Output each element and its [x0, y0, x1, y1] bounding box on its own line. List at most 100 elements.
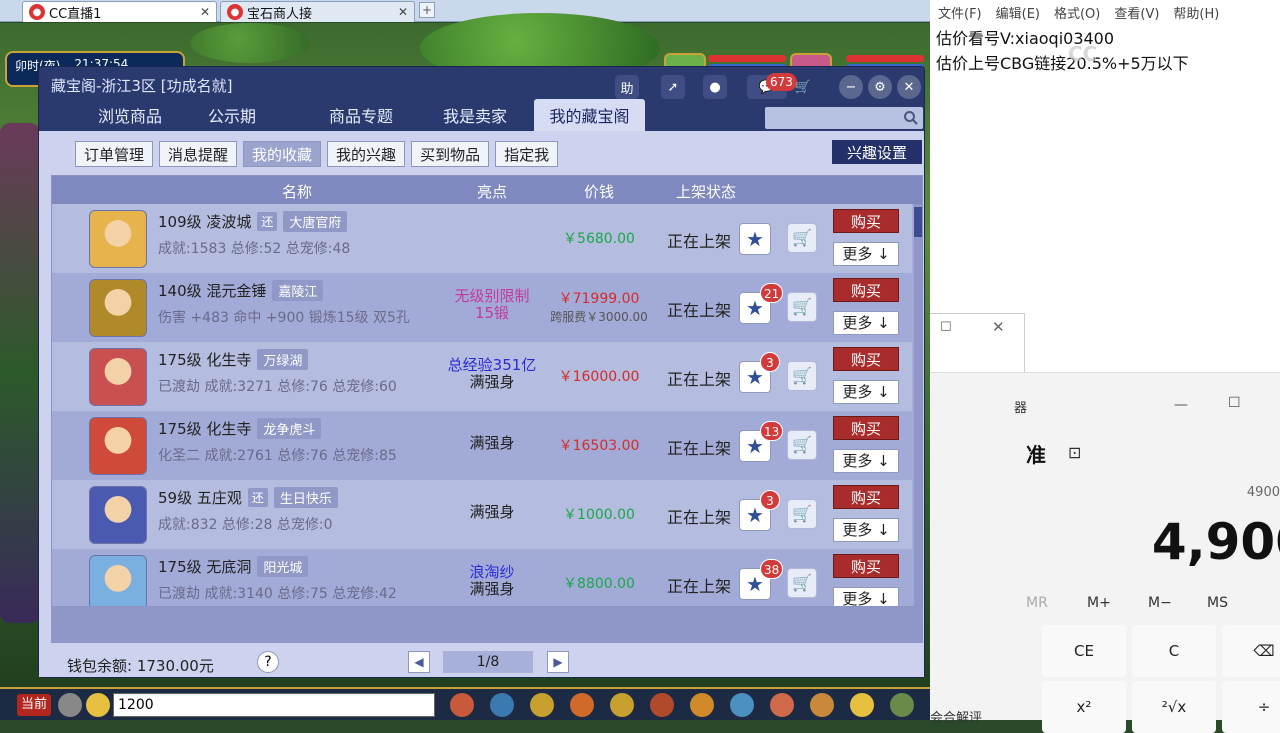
game-menu-icon[interactable] — [530, 693, 554, 717]
table-row[interactable]: 109级 凌波城 还 大唐官府 成就:1583 总修:52 总宠修:48 ￥56… — [52, 204, 912, 273]
interest-settings-button[interactable]: 兴趣设置 — [832, 140, 922, 164]
item-avatar[interactable] — [89, 210, 147, 268]
subtab-purchased[interactable]: 买到物品 — [411, 141, 490, 167]
menu-edit[interactable]: 编辑(E) — [996, 3, 1040, 22]
cart-icon[interactable]: 🛒 — [787, 499, 817, 529]
search-input[interactable] — [765, 107, 923, 129]
close-icon[interactable]: ✕ — [897, 75, 921, 99]
chat-channel-button[interactable]: 当前 — [17, 694, 51, 716]
memory-add-key[interactable]: M+ — [1087, 595, 1111, 611]
cart-icon[interactable]: 🛒 — [787, 223, 817, 253]
clear-key[interactable]: C — [1132, 625, 1216, 677]
buy-button[interactable]: 购买 — [833, 554, 899, 578]
divide-key[interactable]: ÷ — [1222, 681, 1280, 733]
help-button[interactable]: ? — [257, 651, 279, 673]
share-icon[interactable]: ➚ — [661, 75, 685, 99]
game-menu-icon[interactable] — [690, 693, 714, 717]
prev-page-button[interactable]: ◀ — [408, 651, 430, 673]
item-title[interactable]: 175级 无底洞 — [158, 556, 251, 577]
clear-entry-key[interactable]: CE — [1042, 625, 1126, 677]
cart-icon[interactable]: 🛒 — [787, 430, 817, 460]
close-icon[interactable]: ✕ — [398, 5, 408, 19]
buy-button[interactable]: 购买 — [833, 485, 899, 509]
item-title[interactable]: 175级 化生寺 — [158, 418, 251, 439]
minimize-icon[interactable]: − — [839, 75, 863, 99]
cart-icon[interactable]: 🛒 — [791, 75, 815, 99]
square-root-key[interactable]: ²√x — [1132, 681, 1216, 733]
gear-icon[interactable]: ⚙ — [868, 75, 892, 99]
search-icon[interactable] — [903, 110, 919, 126]
table-row[interactable]: 175级 无底洞 阳光城 已渡劫 成就:3140 总修:75 总宠修:42 浪淘… — [52, 549, 912, 606]
game-menu-icon[interactable] — [730, 693, 754, 717]
square-key[interactable]: x² — [1042, 681, 1126, 733]
tab-browse[interactable]: 浏览商品 — [77, 99, 183, 131]
keep-on-top-icon[interactable]: ⊡ — [1068, 443, 1081, 462]
new-tab-button[interactable]: + — [419, 2, 435, 18]
cart-icon[interactable]: 🛒 — [787, 361, 817, 391]
emoji-icon[interactable] — [86, 693, 110, 717]
game-menu-icon[interactable] — [490, 693, 514, 717]
browser-tab-cc-live[interactable]: ● CC直播1 ✕ — [22, 1, 217, 22]
menu-format[interactable]: 格式(O) — [1054, 3, 1100, 22]
item-title-line[interactable]: 109级 凌波城 还 大唐官府 — [158, 211, 348, 232]
item-avatar[interactable] — [89, 417, 147, 475]
item-avatar[interactable] — [89, 486, 147, 544]
item-title[interactable]: 59级 五庄观 — [158, 487, 242, 508]
backspace-key[interactable]: ⌫ — [1222, 625, 1280, 677]
close-icon[interactable]: ✕ — [200, 5, 210, 19]
more-button[interactable]: 更多 ↓ — [833, 518, 899, 542]
tab-publicity[interactable]: 公示期 — [189, 99, 275, 131]
star-icon[interactable]: ★ — [739, 223, 771, 255]
browser-tab-gem-merchant[interactable]: ● 宝石商人接 ✕ — [220, 1, 415, 22]
game-menu-icon[interactable] — [770, 693, 794, 717]
buy-button[interactable]: 购买 — [833, 209, 899, 233]
item-title[interactable]: 175级 化生寺 — [158, 349, 251, 370]
game-menu-icon[interactable] — [810, 693, 834, 717]
tab-seller[interactable]: 我是卖家 — [423, 99, 527, 131]
game-menu-icon[interactable] — [450, 693, 474, 717]
more-button[interactable]: 更多 ↓ — [833, 449, 899, 473]
game-menu-icon[interactable] — [610, 693, 634, 717]
item-avatar[interactable] — [89, 555, 147, 606]
help-assistant-button[interactable]: 助 — [615, 75, 639, 99]
more-button[interactable]: 更多 ↓ — [833, 242, 899, 266]
more-button[interactable]: 更多 ↓ — [833, 311, 899, 335]
more-button[interactable]: 更多 ↓ — [833, 587, 899, 606]
item-avatar[interactable] — [89, 348, 147, 406]
buy-button[interactable]: 购买 — [833, 347, 899, 371]
item-title-line[interactable]: 175级 化生寺 龙争虎斗 — [158, 418, 322, 439]
item-title-line[interactable]: 175级 无底洞 阳光城 — [158, 556, 309, 577]
table-row[interactable]: 140级 混元金锤 嘉陵江 伤害 +483 命中 +900 锻炼15级 双5孔 … — [52, 273, 912, 342]
close-icon[interactable]: ✕ — [992, 318, 1005, 336]
item-title[interactable]: 109级 凌波城 — [158, 211, 251, 232]
table-row[interactable]: 175级 化生寺 龙争虎斗 化圣二 成就:2761 总修:76 总宠修:85 满… — [52, 411, 912, 480]
memory-subtract-key[interactable]: M− — [1148, 595, 1172, 611]
more-button[interactable]: 更多 ↓ — [833, 380, 899, 404]
item-title-line[interactable]: 140级 混元金锤 嘉陵江 — [158, 280, 324, 301]
cart-icon[interactable]: 🛒 — [787, 568, 817, 598]
scrollbar-thumb[interactable] — [914, 207, 922, 237]
game-menu-icon[interactable] — [650, 693, 674, 717]
game-menu-icon[interactable] — [890, 693, 914, 717]
tab-my-cbg[interactable]: 我的藏宝阁 — [534, 99, 645, 131]
item-title-line[interactable]: 59级 五庄观 还 生日快乐 — [158, 487, 338, 508]
subtab-orders[interactable]: 订单管理 — [75, 141, 154, 167]
notepad-line-2[interactable]: 估价上号CBG链接20.5%+5万以下 — [936, 50, 1189, 74]
game-menu-icon[interactable] — [850, 693, 874, 717]
list-scrollbar[interactable] — [914, 204, 922, 606]
cart-icon[interactable]: 🛒 — [787, 292, 817, 322]
menu-view[interactable]: 查看(V) — [1114, 3, 1159, 22]
memory-store-key[interactable]: MS — [1207, 595, 1228, 611]
record-icon[interactable]: ● — [703, 75, 727, 99]
item-title-line[interactable]: 175级 化生寺 万绿湖 — [158, 349, 309, 370]
subtab-messages[interactable]: 消息提醒 — [159, 141, 238, 167]
minimize-icon[interactable]: — — [1174, 397, 1188, 413]
subtab-designated[interactable]: 指定我 — [495, 141, 559, 167]
next-page-button[interactable]: ▶ — [547, 651, 569, 673]
calculator-mode[interactable]: 准 — [1026, 439, 1046, 468]
buy-button[interactable]: 购买 — [833, 416, 899, 440]
microphone-icon[interactable] — [58, 693, 82, 717]
subtab-interests[interactable]: 我的兴趣 — [327, 141, 406, 167]
table-row[interactable]: 175级 化生寺 万绿湖 已渡劫 成就:3271 总修:76 总宠修:60 总经… — [52, 342, 912, 411]
table-row[interactable]: 59级 五庄观 还 生日快乐 成就:832 总修:28 总宠修:0 满强身 ￥1… — [52, 480, 912, 549]
